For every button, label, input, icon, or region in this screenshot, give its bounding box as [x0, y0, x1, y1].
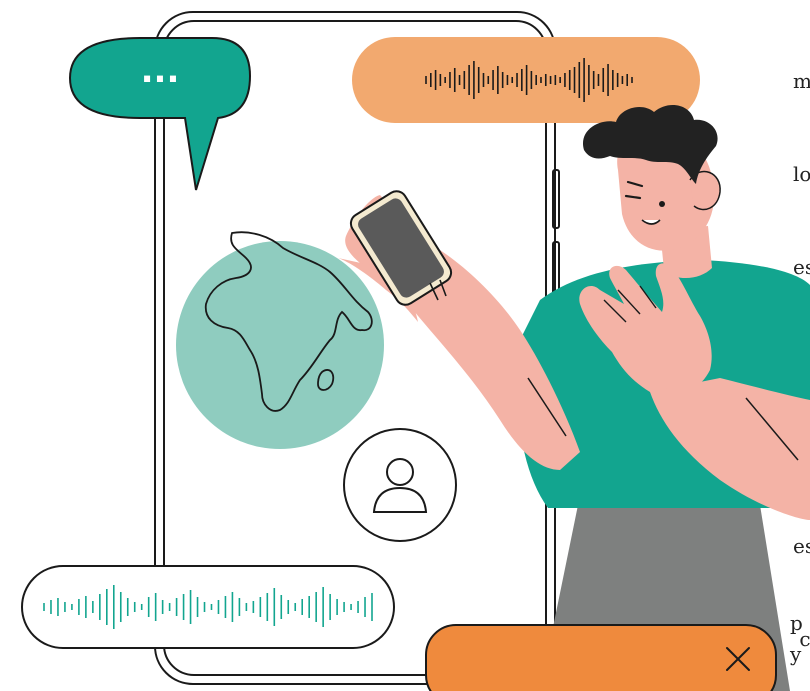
voice-translation-illustration: ... — [21, 11, 810, 691]
voice-message-bottom — [21, 565, 395, 649]
user-icon — [343, 428, 457, 542]
speech-bubble-dots: ... — [141, 51, 180, 91]
close-pill[interactable] — [425, 624, 777, 691]
person-illustration — [338, 105, 810, 691]
speech-bubble-icon: ... — [68, 37, 252, 191]
